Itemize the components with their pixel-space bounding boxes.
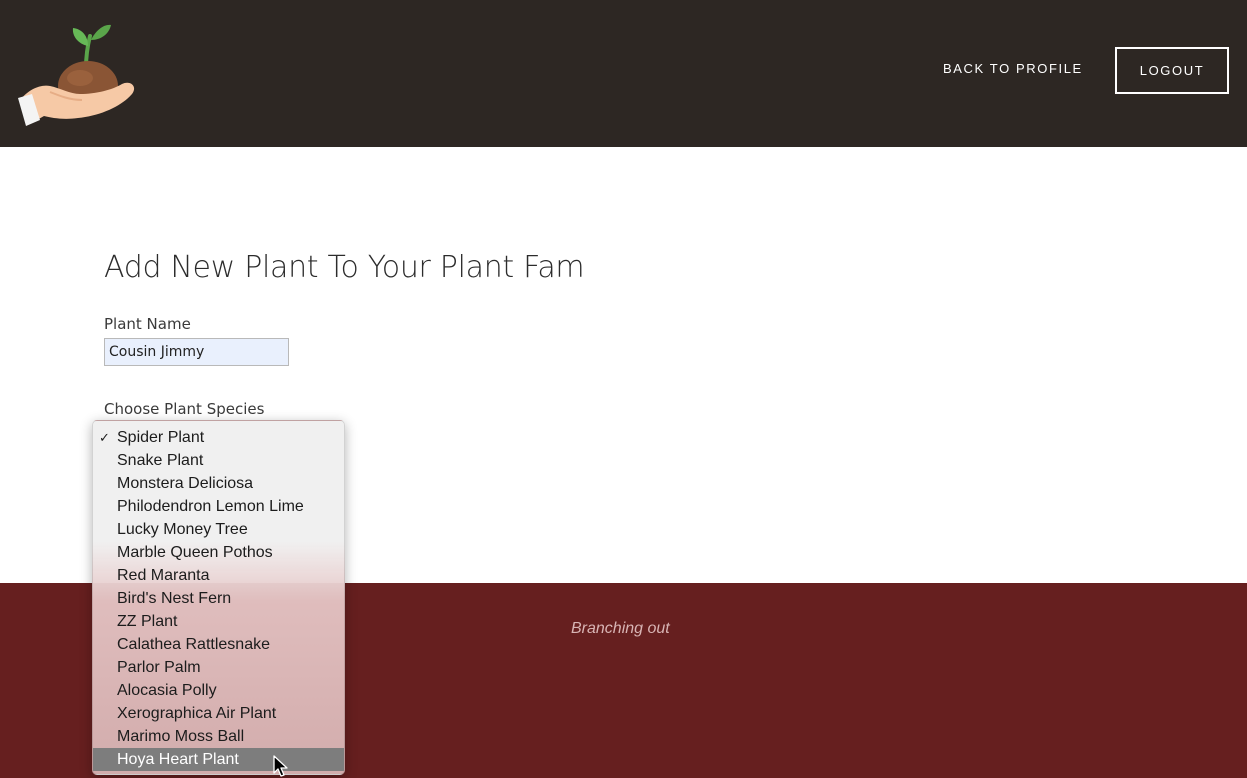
- species-option[interactable]: Philodendron Lemon Lime: [93, 495, 344, 518]
- species-option[interactable]: Marble Queen Pothos: [93, 541, 344, 564]
- species-option[interactable]: Monstera Deliciosa: [93, 472, 344, 495]
- species-label: Choose Plant Species: [104, 400, 265, 418]
- page: BACK TO PROFILE LOGOUT Add New Plant To …: [0, 0, 1247, 778]
- hand-seedling-logo-icon[interactable]: [16, 14, 138, 126]
- species-option[interactable]: Calathea Rattlesnake: [93, 633, 344, 656]
- back-to-profile-link[interactable]: BACK TO PROFILE: [943, 61, 1083, 76]
- header: BACK TO PROFILE LOGOUT: [0, 0, 1247, 147]
- option-label: Marble Queen Pothos: [117, 544, 273, 561]
- option-label: Bird's Nest Fern: [117, 590, 232, 607]
- option-label: ZZ Plant: [117, 613, 178, 630]
- species-option[interactable]: Lucky Money Tree: [93, 518, 344, 541]
- footer-tagline: Branching out: [571, 620, 670, 637]
- page-title: Add New Plant To Your Plant Fam: [104, 250, 585, 285]
- option-label: Alocasia Polly: [117, 682, 217, 699]
- plant-name-input[interactable]: [104, 338, 289, 366]
- species-option[interactable]: Xerographica Air Plant: [93, 702, 344, 725]
- option-label: Red Maranta: [117, 567, 210, 584]
- plant-name-label: Plant Name: [104, 315, 191, 333]
- species-option[interactable]: ZZ Plant: [93, 610, 344, 633]
- option-label: Parlor Palm: [117, 659, 201, 676]
- species-option-highlighted[interactable]: Hoya Heart Plant: [93, 748, 344, 771]
- species-option[interactable]: Marimo Moss Ball: [93, 725, 344, 748]
- species-dropdown-menu[interactable]: ✓ Spider Plant Snake Plant Monstera Delic…: [92, 420, 345, 775]
- option-label: Calathea Rattlesnake: [117, 636, 270, 653]
- checkmark-icon: ✓: [99, 430, 110, 445]
- option-label: Xerographica Air Plant: [117, 705, 277, 722]
- option-label: Marimo Moss Ball: [117, 728, 245, 745]
- option-label: Spider Plant: [117, 429, 205, 446]
- option-label: Hoya Heart Plant: [117, 751, 239, 768]
- option-label: Philodendron Lemon Lime: [117, 498, 304, 515]
- option-label: Monstera Deliciosa: [117, 475, 254, 492]
- species-option[interactable]: ✓ Spider Plant: [93, 426, 344, 449]
- option-label: Snake Plant: [117, 452, 204, 469]
- option-label: Lucky Money Tree: [117, 521, 248, 538]
- species-option[interactable]: Alocasia Polly: [93, 679, 344, 702]
- logout-button[interactable]: LOGOUT: [1115, 47, 1229, 94]
- species-option[interactable]: Snake Plant: [93, 449, 344, 472]
- species-option[interactable]: Parlor Palm: [93, 656, 344, 679]
- species-option[interactable]: Bird's Nest Fern: [93, 587, 344, 610]
- species-option[interactable]: Red Maranta: [93, 564, 344, 587]
